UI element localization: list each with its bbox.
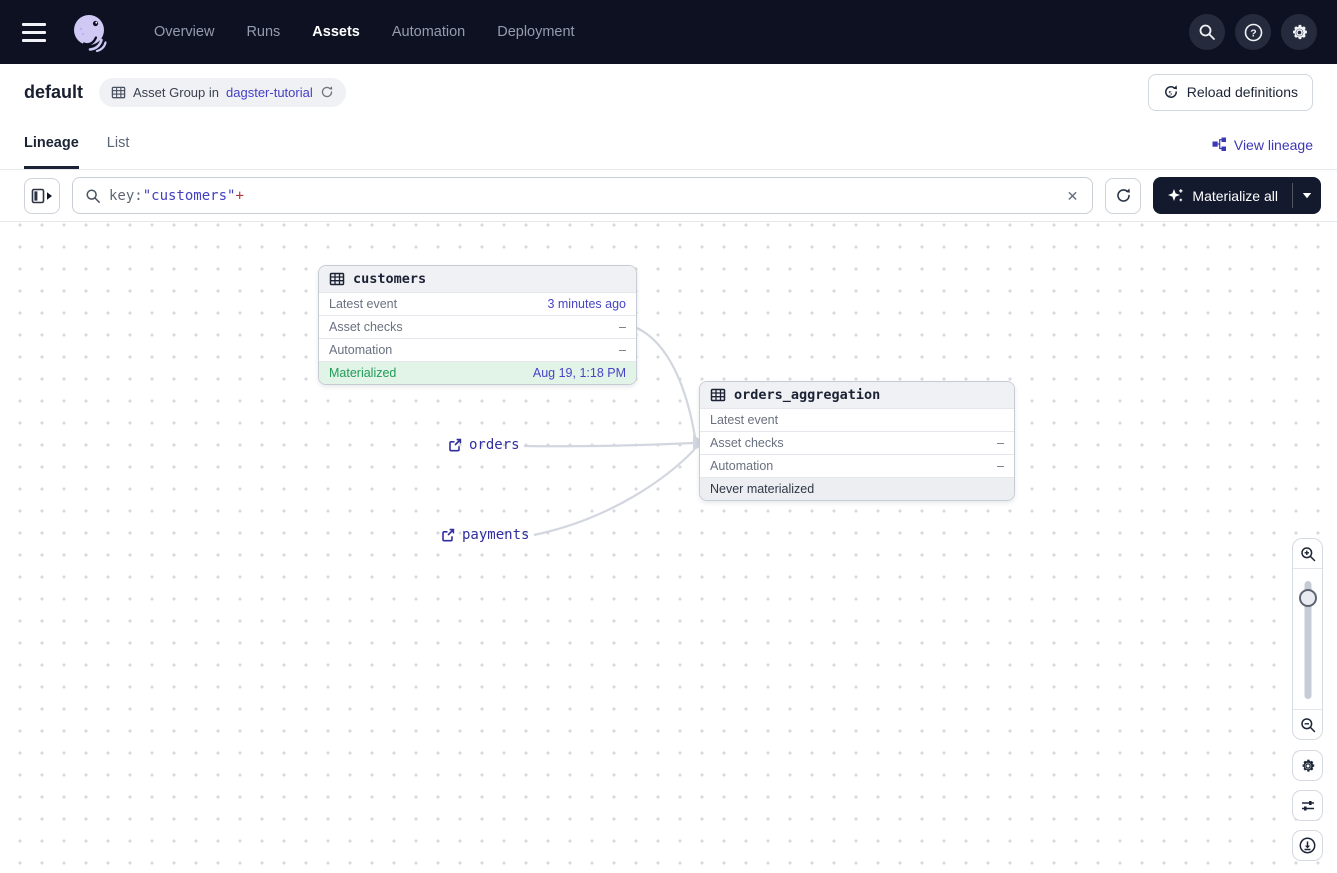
panel-expand-icon [31, 187, 53, 205]
tab-lineage[interactable]: Lineage [24, 120, 79, 169]
badge-prefix: Asset Group in [133, 85, 219, 100]
open-sidebar-button[interactable] [24, 178, 60, 214]
hamburger-menu-icon[interactable] [22, 18, 50, 46]
asset-node-header[interactable]: orders_aggregation [700, 382, 1014, 408]
asset-row-latest-event: Latest event 3 minutes ago [319, 292, 636, 315]
nav-item-runs[interactable]: Runs [246, 24, 280, 40]
table-icon [710, 387, 726, 403]
nav-item-overview[interactable]: Overview [154, 24, 214, 40]
materialize-all-split-button: Materialize all [1153, 177, 1321, 214]
asset-group-badge: Asset Group in dagster-tutorial [99, 78, 346, 107]
tabs-row: Lineage List View lineage [0, 120, 1337, 170]
table-icon [329, 271, 345, 287]
lineage-graph-icon [1212, 137, 1227, 152]
asset-node-title: customers [353, 271, 426, 287]
asset-row-automation: Automation – [319, 338, 636, 361]
svg-text:5: 5 [1168, 89, 1172, 97]
help-icon: ? [1244, 23, 1263, 42]
search-icon [1198, 23, 1216, 41]
asset-row-asset-checks: Asset checks – [700, 431, 1014, 454]
sliders-icon [1300, 798, 1316, 814]
external-asset-payments[interactable]: payments [441, 527, 529, 543]
asset-row-asset-checks: Asset checks – [319, 315, 636, 338]
zoom-in-button[interactable] [1293, 539, 1322, 569]
nav-right-actions: ? [1189, 14, 1317, 50]
zoom-slider-handle[interactable] [1299, 589, 1317, 607]
search-button[interactable] [1189, 14, 1225, 50]
table-icon [111, 85, 126, 100]
chevron-down-icon [1302, 192, 1312, 199]
search-query-text: key:"customers"+ [109, 188, 1055, 204]
external-asset-label: orders [469, 437, 520, 453]
asset-node-customers[interactable]: customers Latest event 3 minutes ago Ass… [318, 265, 637, 385]
zoom-out-button[interactable] [1293, 709, 1322, 739]
materialized-timestamp-link[interactable]: Aug 19, 1:18 PM [533, 366, 626, 380]
graph-filters-button[interactable] [1292, 790, 1323, 821]
svg-text:?: ? [1250, 27, 1256, 39]
gear-icon [1300, 758, 1316, 774]
lineage-edges [0, 222, 1337, 873]
lineage-toolbar: key:"customers"+ ✕ Materialize all [0, 170, 1337, 222]
materialize-dropdown-button[interactable] [1293, 177, 1321, 214]
zoom-in-icon [1300, 546, 1316, 562]
clear-search-icon[interactable]: ✕ [1063, 185, 1083, 207]
latest-event-link[interactable]: 3 minutes ago [547, 297, 626, 311]
asset-row-latest-event: Latest event [700, 408, 1014, 431]
badge-repo-link[interactable]: dagster-tutorial [226, 85, 313, 100]
reload-icon: 5 [1163, 84, 1179, 100]
asset-row-never-materialized: Never materialized [700, 477, 1014, 500]
recenter-graph-button[interactable] [1292, 830, 1323, 861]
nav-item-assets[interactable]: Assets [312, 24, 360, 40]
settings-button[interactable] [1281, 14, 1317, 50]
graph-settings-button[interactable] [1292, 750, 1323, 781]
reload-definitions-button[interactable]: 5 Reload definitions [1148, 74, 1313, 111]
asset-node-orders-aggregation[interactable]: orders_aggregation Latest event Asset ch… [699, 381, 1015, 501]
asset-node-title: orders_aggregation [734, 387, 880, 403]
tab-list[interactable]: List [107, 120, 130, 169]
reload-definitions-label: Reload definitions [1187, 84, 1298, 100]
dagster-logo-icon[interactable] [70, 12, 110, 52]
help-button[interactable]: ? [1235, 14, 1271, 50]
nav-links: Overview Runs Assets Automation Deployme… [154, 24, 575, 40]
external-link-icon [441, 528, 455, 542]
top-nav: Overview Runs Assets Automation Deployme… [0, 0, 1337, 64]
gear-icon [1290, 23, 1309, 42]
view-lineage-label: View lineage [1234, 137, 1313, 153]
asset-row-automation: Automation – [700, 454, 1014, 477]
lineage-graph-canvas[interactable]: customers Latest event 3 minutes ago Ass… [0, 222, 1337, 873]
materialize-all-button[interactable]: Materialize all [1153, 177, 1292, 214]
download-circle-icon [1299, 837, 1316, 854]
zoom-slider[interactable] [1293, 569, 1322, 709]
search-icon [85, 188, 101, 204]
external-asset-orders[interactable]: orders [448, 437, 520, 453]
zoom-out-icon [1300, 717, 1316, 733]
zoom-controls [1292, 538, 1323, 740]
asset-search-input[interactable]: key:"customers"+ ✕ [72, 177, 1093, 214]
asset-row-materialized: Materialized Aug 19, 1:18 PM [319, 361, 636, 384]
refresh-icon[interactable] [320, 85, 334, 99]
page-header: default Asset Group in dagster-tutorial … [0, 64, 1337, 120]
asset-node-header[interactable]: customers [319, 266, 636, 292]
page-title: default [24, 82, 83, 103]
view-lineage-link[interactable]: View lineage [1212, 120, 1313, 169]
nav-item-deployment[interactable]: Deployment [497, 24, 574, 40]
external-link-icon [448, 438, 462, 452]
refresh-icon [1115, 187, 1132, 204]
refresh-graph-button[interactable] [1105, 178, 1141, 214]
sparkle-icon [1167, 187, 1184, 204]
nav-item-automation[interactable]: Automation [392, 24, 465, 40]
external-asset-label: payments [462, 527, 529, 543]
materialize-all-label: Materialize all [1192, 188, 1278, 204]
